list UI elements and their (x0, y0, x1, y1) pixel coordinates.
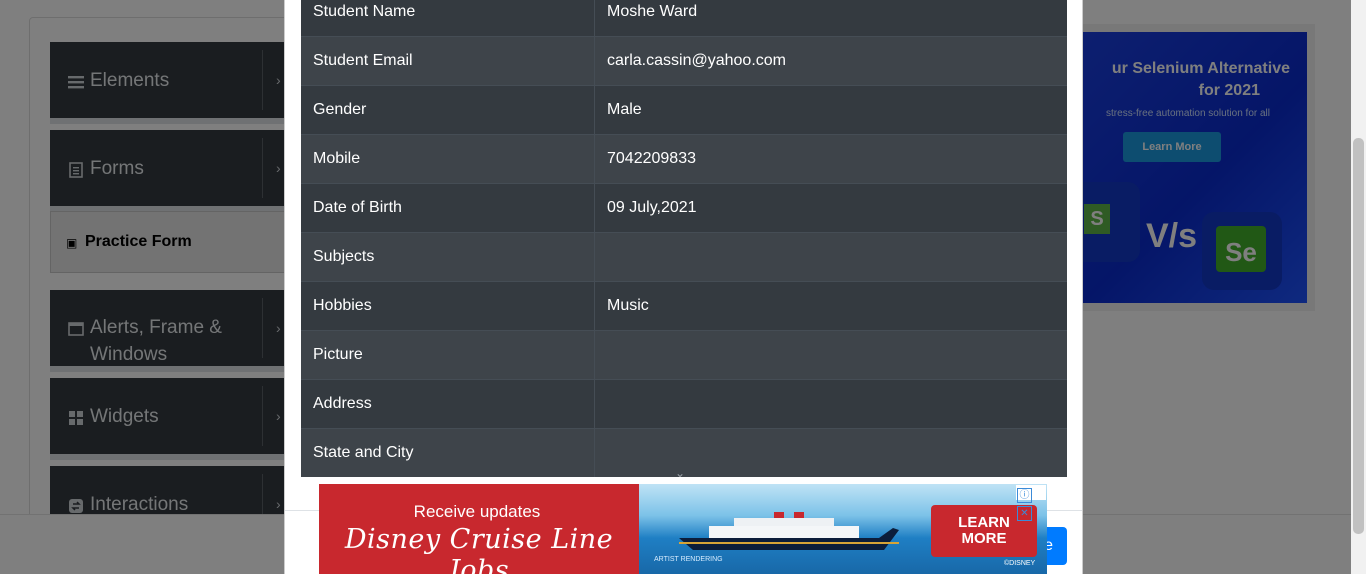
row-value: 7042209833 (594, 134, 1067, 184)
close-icon[interactable]: ✕ (1017, 506, 1032, 521)
row-value: Moshe Ward (594, 0, 1067, 37)
row-value: Male (594, 85, 1067, 135)
table-row: Date of Birth 09 July,2021 (301, 183, 1067, 233)
row-label: Student Name (301, 0, 595, 37)
ad-left-panel: Receive updates Disney Cruise Line Jobs (319, 484, 639, 574)
page-scrollbar[interactable] (1351, 0, 1366, 574)
row-value (594, 379, 1067, 429)
table-row: Student Email carla.cassin@yahoo.com (301, 36, 1067, 86)
row-value (594, 232, 1067, 282)
cruise-ship-icon (679, 512, 899, 550)
row-label: State and City (301, 428, 595, 477)
table-row: Hobbies Music (301, 281, 1067, 331)
disney-cruise-ad[interactable]: Receive updates Disney Cruise Line Jobs … (319, 484, 1047, 574)
row-label: Student Email (301, 36, 595, 86)
row-value (594, 428, 1067, 477)
row-label: Mobile (301, 134, 595, 184)
submission-table: Student Name Moshe Ward Student Email carl… (301, 0, 1067, 477)
chevron-down-icon: ⌄ (675, 466, 686, 480)
row-label: Address (301, 379, 595, 429)
scrollbar-thumb[interactable] (1353, 138, 1364, 534)
row-label: Hobbies (301, 281, 595, 331)
row-value: 09 July,2021 (594, 183, 1067, 233)
row-label: Picture (301, 330, 595, 380)
info-icon[interactable]: ⓘ (1017, 488, 1032, 503)
row-label: Subjects (301, 232, 595, 282)
table-row: Gender Male (301, 85, 1067, 135)
table-row: Student Name Moshe Ward (301, 0, 1067, 37)
ad-art-note: ARTIST RENDERING (654, 556, 723, 563)
row-value: carla.cassin@yahoo.com (594, 36, 1067, 86)
table-row: Mobile 7042209833 (301, 134, 1067, 184)
row-value (594, 330, 1067, 380)
row-label: Date of Birth (301, 183, 595, 233)
row-value: Music (594, 281, 1067, 331)
table-row: Picture (301, 330, 1067, 380)
row-label: Gender (301, 85, 595, 135)
ad-tagline: Receive updates (413, 502, 541, 521)
ad-choices[interactable]: ⓘ✕ (1016, 485, 1046, 521)
ad-copyright: ©DISNEY (1004, 560, 1036, 567)
table-row: Subjects (301, 232, 1067, 282)
table-row: Address (301, 379, 1067, 429)
ad-brand: Disney Cruise Line Jobs (344, 524, 614, 574)
